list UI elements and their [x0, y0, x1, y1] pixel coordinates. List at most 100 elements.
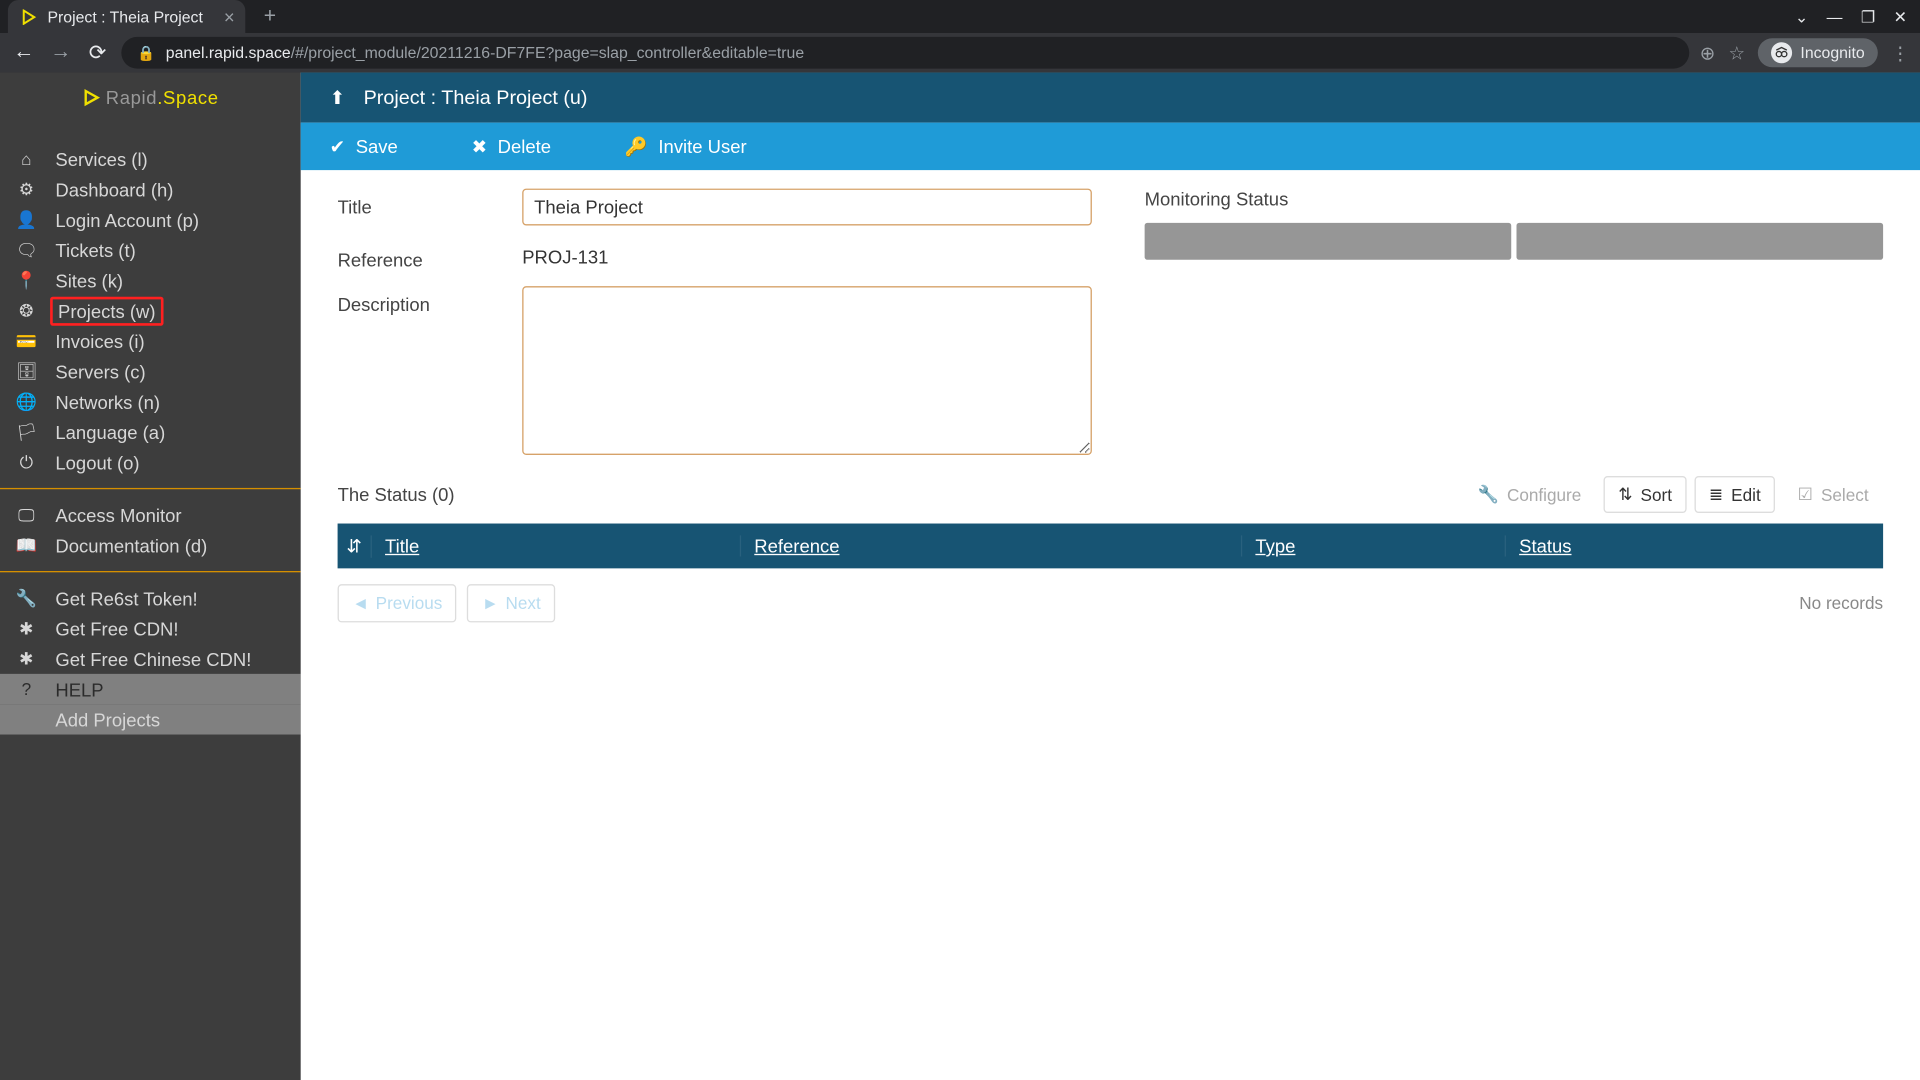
tab-dropdown-icon[interactable]: ⌄: [1795, 7, 1808, 25]
home-icon: ⌂: [16, 149, 37, 169]
sidebar-item-help[interactable]: ?HELP: [0, 674, 301, 704]
form-monitoring: Monitoring Status: [1145, 189, 1883, 455]
globe-icon: 🌐: [16, 391, 37, 412]
save-button[interactable]: ✔Save: [330, 135, 398, 157]
status-tools: 🔧Configure ⇅Sort ≣Edit ☑Select: [1463, 476, 1883, 513]
zoom-icon[interactable]: ⊕: [1700, 42, 1715, 64]
sidebar-item-dashboard[interactable]: ⚙Dashboard (h): [0, 174, 301, 204]
form-area: Title Reference PROJ-131 Description Mon…: [301, 170, 1920, 468]
title-label: Title: [338, 189, 496, 218]
no-records-text: No records: [1799, 593, 1883, 613]
column-status[interactable]: Status: [1506, 535, 1883, 556]
column-reference[interactable]: Reference: [741, 535, 1242, 556]
incognito-icon: [1771, 42, 1792, 63]
chevron-left-icon: ◄: [352, 593, 369, 613]
lock-icon: 🔒: [137, 44, 155, 61]
sidebar-item-servers[interactable]: 🗄Servers (c): [0, 356, 301, 386]
sidebar-item-re6st[interactable]: 🔧Get Re6st Token!: [0, 583, 301, 613]
close-tab-icon[interactable]: ×: [224, 6, 235, 27]
minimize-icon[interactable]: —: [1827, 7, 1843, 25]
sidebar-item-language[interactable]: 🏳Language (a): [0, 417, 301, 447]
sidebar-divider: [0, 488, 301, 489]
title-input[interactable]: [522, 189, 1092, 226]
key-icon: 🔑: [625, 135, 648, 157]
column-title[interactable]: Title: [372, 535, 741, 556]
column-type[interactable]: Type: [1242, 535, 1506, 556]
table-sort-column[interactable]: ⇵: [338, 535, 372, 557]
incognito-badge[interactable]: Incognito: [1758, 38, 1878, 67]
check-square-icon: ☑: [1798, 484, 1813, 505]
sidebar-item-networks[interactable]: 🌐Networks (n): [0, 386, 301, 416]
sort-icon: ⇅: [1618, 484, 1632, 505]
sidebar-item-login-account[interactable]: 👤Login Account (p): [0, 204, 301, 234]
window-controls: ⌄ — ❐ ✕: [1795, 7, 1920, 25]
url-field[interactable]: 🔒 panel.rapid.space/#/project_module/202…: [121, 37, 1689, 69]
select-button[interactable]: ☑Select: [1783, 476, 1883, 513]
sort-button[interactable]: ⇅Sort: [1604, 476, 1687, 513]
sidebar-group-promo: 🔧Get Re6st Token! ✱Get Free CDN! ✱Get Fr…: [0, 583, 301, 674]
next-button[interactable]: ►Next: [467, 584, 555, 622]
monitor-icon: 🖵: [16, 504, 37, 525]
reference-value: PROJ-131: [522, 241, 608, 267]
sidebar-item-documentation[interactable]: 📖Documentation (d): [0, 530, 301, 560]
question-icon: ?: [16, 679, 37, 699]
logo-mark-icon: [82, 88, 100, 106]
previous-button[interactable]: ◄Previous: [338, 584, 457, 622]
edit-button[interactable]: ≣Edit: [1694, 476, 1775, 513]
book-icon: 📖: [16, 535, 37, 556]
sidebar-item-services[interactable]: ⌂Services (l): [0, 144, 301, 174]
check-icon: ✔: [330, 135, 345, 157]
tab-favicon: [21, 9, 37, 25]
sidebar-divider: [0, 571, 301, 572]
bookmark-icon[interactable]: ☆: [1728, 42, 1745, 64]
delete-button[interactable]: ✖Delete: [472, 135, 551, 157]
sidebar-item-cdn[interactable]: ✱Get Free CDN!: [0, 613, 301, 643]
sidebar-item-invoices[interactable]: 💳Invoices (i): [0, 326, 301, 356]
configure-button[interactable]: 🔧Configure: [1463, 476, 1596, 513]
forward-button: →: [47, 41, 73, 65]
url-text: panel.rapid.space/#/project_module/20211…: [166, 44, 804, 62]
browser-tab[interactable]: Project : Theia Project ×: [8, 0, 245, 33]
new-tab-button[interactable]: +: [264, 5, 276, 29]
sidebar-group-tools: 🖵Access Monitor 📖Documentation (d): [0, 500, 301, 561]
table-header: ⇵ Title Reference Type Status: [338, 524, 1884, 569]
monitoring-bar: [1517, 223, 1884, 260]
sidebar-item-cn-cdn[interactable]: ✱Get Free Chinese CDN!: [0, 644, 301, 674]
back-button[interactable]: ←: [11, 41, 37, 65]
table-footer: ◄Previous ►Next No records: [301, 568, 1920, 638]
sidebar-item-add-projects[interactable]: Add Projects: [0, 704, 301, 734]
asterisk-icon: ✱: [16, 648, 37, 669]
list-icon: ≣: [1709, 484, 1723, 505]
logo-text: Rapid.Space: [106, 87, 219, 108]
monitoring-bar: [1145, 223, 1512, 260]
logo[interactable]: Rapid.Space: [0, 73, 301, 123]
description-input[interactable]: [522, 286, 1092, 455]
status-header: The Status (0) 🔧Configure ⇅Sort ≣Edit ☑S…: [301, 468, 1920, 523]
action-bar: ✔Save ✖Delete 🔑Invite User: [301, 123, 1920, 170]
sidebar: Rapid.Space ⌂Services (l) ⚙Dashboard (h)…: [0, 73, 301, 1080]
page-titlebar: ⬆ Project : Theia Project (u): [301, 73, 1920, 123]
sidebar-item-access-monitor[interactable]: 🖵Access Monitor: [0, 500, 301, 530]
language-icon: 🏳: [16, 421, 37, 442]
tab-title: Project : Theia Project: [47, 7, 213, 25]
status-title: The Status (0): [338, 484, 455, 505]
reload-button[interactable]: ⟳: [84, 40, 110, 66]
monitoring-label: Monitoring Status: [1145, 189, 1883, 210]
sidebar-item-tickets[interactable]: 🗨Tickets (t): [0, 235, 301, 265]
form-row-title: Title: [338, 189, 1092, 226]
sidebar-item-logout[interactable]: ⏻Logout (o): [0, 447, 301, 477]
main-panel: ⬆ Project : Theia Project (u) ✔Save ✖Del…: [301, 73, 1920, 1080]
page-title: Project : Theia Project (u): [364, 86, 588, 108]
browser-tab-strip: Project : Theia Project × + ⌄ — ❐ ✕: [0, 0, 1920, 33]
wrench-icon: 🔧: [1478, 484, 1499, 505]
up-icon[interactable]: ⬆: [330, 86, 345, 108]
browser-menu-icon[interactable]: ⋮: [1891, 42, 1909, 64]
close-window-icon[interactable]: ✕: [1894, 7, 1907, 25]
sidebar-item-sites[interactable]: 📍Sites (k): [0, 265, 301, 295]
maximize-icon[interactable]: ❐: [1861, 7, 1875, 25]
sidebar-item-projects[interactable]: ❂Projects (w): [0, 295, 301, 325]
chevron-right-icon: ►: [482, 593, 499, 613]
card-icon: 💳: [16, 330, 37, 351]
form-row-reference: Reference PROJ-131: [338, 241, 1092, 270]
invite-user-button[interactable]: 🔑Invite User: [625, 135, 747, 157]
